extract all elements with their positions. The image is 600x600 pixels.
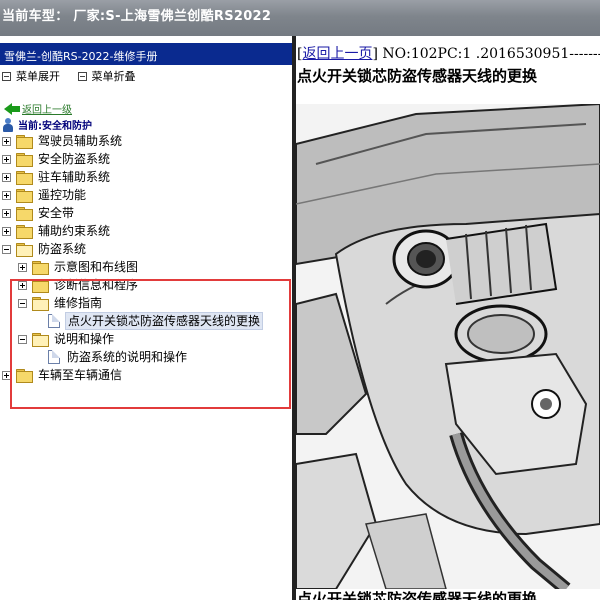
- window-title: 当前车型： 厂家:S-上海雪佛兰创酷RS2022: [2, 9, 272, 24]
- back-arrow-icon: [4, 102, 20, 115]
- collapse-icon: [77, 71, 87, 81]
- tree-item-label[interactable]: 防盗系统: [36, 241, 88, 257]
- folder-icon: [16, 188, 33, 203]
- expand-icon[interactable]: [2, 172, 11, 182]
- expand-icon[interactable]: [18, 262, 27, 272]
- user-icon: [2, 117, 14, 132]
- document-title: 点火开关锁芯防盗传感器天线的更换: [297, 67, 538, 85]
- tree-item-label[interactable]: 辅助约束系统: [36, 223, 112, 239]
- expand-icon[interactable]: [2, 190, 11, 200]
- manual-header: 雪佛兰-创酷RS-2022-维修手册: [0, 43, 292, 65]
- tree-folder-item[interactable]: 安全防盗系统: [2, 150, 112, 168]
- document-number: NO:102PC:1 .2016530951-------: [377, 46, 600, 62]
- expand-icon[interactable]: [2, 208, 11, 218]
- expand-icon[interactable]: [2, 154, 11, 164]
- tree-item-label[interactable]: 安全防盗系统: [36, 151, 112, 167]
- expand-icon: [2, 71, 11, 81]
- collapse-all-label: 菜单折叠: [91, 70, 136, 83]
- folder-icon: [16, 152, 33, 167]
- menu-toolbar: 菜单展开 菜单折叠: [0, 65, 292, 85]
- content-pane: [返回上一页] NO:102PC:1 .2016530951------- 点火…: [296, 36, 600, 600]
- back-to-parent-label[interactable]: 返回上一级: [22, 101, 72, 116]
- back-to-previous-page-link[interactable]: 返回上一页: [302, 46, 372, 62]
- navigation-pane: 雪佛兰-创酷RS-2022-维修手册 菜单展开 菜单折叠 返回上一级 当前:安全…: [0, 36, 292, 600]
- folder-open-icon: [16, 242, 33, 257]
- window-title-bar: 当前车型： 厂家:S-上海雪佛兰创酷RS2022: [0, 0, 600, 36]
- current-section: 当前:安全和防护: [2, 117, 92, 132]
- document-meta: [返回上一页] NO:102PC:1 .2016530951-------: [297, 43, 600, 63]
- tree-folder-item[interactable]: 防盗系统: [2, 240, 88, 258]
- folder-icon: [16, 224, 33, 239]
- expand-all-button[interactable]: 菜单展开: [2, 68, 60, 84]
- highlight-box: [10, 279, 291, 409]
- tree-folder-item[interactable]: 辅助约束系统: [2, 222, 112, 240]
- expand-icon[interactable]: [2, 136, 11, 146]
- expand-all-label: 菜单展开: [16, 70, 60, 83]
- folder-icon: [32, 260, 49, 275]
- tree-item-label[interactable]: 驻车辅助系统: [36, 169, 112, 185]
- tree-folder-item[interactable]: 驻车辅助系统: [2, 168, 112, 186]
- manual-title: 雪佛兰-创酷RS-2022-维修手册: [4, 50, 158, 63]
- ignition-lock-illustration: [296, 104, 600, 589]
- folder-icon: [16, 206, 33, 221]
- tree-item-label[interactable]: 遥控功能: [36, 187, 88, 203]
- expand-icon[interactable]: [2, 226, 11, 236]
- current-section-label: 当前:安全和防护: [18, 121, 92, 132]
- collapse-all-button[interactable]: 菜单折叠: [77, 68, 136, 84]
- folder-icon: [16, 134, 33, 149]
- back-to-parent-link[interactable]: 返回上一级: [4, 101, 72, 116]
- tree-folder-item[interactable]: 驾驶员辅助系统: [2, 132, 124, 150]
- tree-item-label[interactable]: 安全带: [36, 205, 76, 221]
- document-title-repeat: 点火开关锁芯防盗传感器天线的更换: [297, 590, 538, 600]
- tree-item-label[interactable]: 示意图和布线图: [52, 259, 140, 275]
- tree-folder-item[interactable]: 示意图和布线图: [18, 258, 140, 276]
- collapse-icon[interactable]: [2, 244, 11, 254]
- tree-item-label[interactable]: 驾驶员辅助系统: [36, 133, 124, 149]
- tree-folder-item[interactable]: 遥控功能: [2, 186, 88, 204]
- tree-folder-item[interactable]: 安全带: [2, 204, 76, 222]
- folder-icon: [16, 170, 33, 185]
